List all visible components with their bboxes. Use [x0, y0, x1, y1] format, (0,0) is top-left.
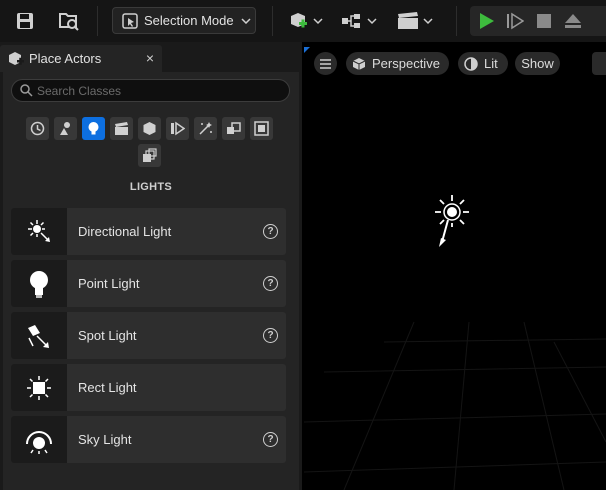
lit-icon — [464, 56, 478, 71]
perspective-button[interactable]: Perspective — [346, 52, 449, 75]
recent-category-icon[interactable] — [26, 117, 49, 140]
lights-category-icon[interactable] — [82, 117, 105, 140]
search-field[interactable] — [11, 79, 290, 102]
point-light-icon — [11, 260, 67, 307]
section-title: LIGHTS — [129, 181, 173, 193]
help-icon[interactable]: ? — [263, 328, 278, 343]
item-label: Sky Light — [78, 432, 132, 447]
list-item-point-light[interactable]: Point Light ? — [11, 260, 286, 307]
stop-icon[interactable] — [533, 6, 555, 36]
add-actor-icon[interactable] — [285, 6, 325, 36]
selection-mode-label: Selection Mode — [144, 13, 234, 28]
level-viewport[interactable] — [304, 42, 606, 490]
show-button[interactable]: Show — [515, 52, 560, 75]
list-item-directional-light[interactable]: Directional Light ? — [11, 208, 286, 255]
place-actors-tab[interactable]: Place Actors × — [0, 45, 162, 72]
spot-light-icon — [11, 312, 67, 359]
geometry-category-icon[interactable] — [166, 117, 189, 140]
list-item-rect-light[interactable]: Rect Light — [11, 364, 286, 411]
item-label: Rect Light — [78, 380, 137, 395]
all-classes-category-icon[interactable] — [250, 117, 273, 140]
show-label: Show — [521, 56, 554, 71]
chevron-down-icon — [241, 17, 251, 24]
rect-light-icon — [11, 364, 67, 411]
viewport-menu-icon[interactable] — [314, 52, 337, 75]
help-icon[interactable]: ? — [263, 276, 278, 291]
cinematics-icon[interactable] — [396, 6, 436, 36]
item-label: Directional Light — [78, 224, 172, 239]
lit-button[interactable]: Lit — [458, 52, 508, 75]
save-icon[interactable] — [12, 6, 38, 36]
viewport-grid — [304, 47, 606, 490]
search-icon — [20, 84, 33, 97]
item-label: Point Light — [78, 276, 140, 291]
cinematic-category-icon[interactable] — [110, 117, 133, 140]
panel-title: Place Actors — [29, 51, 102, 66]
basic-category-icon[interactable] — [54, 117, 77, 140]
search-input[interactable] — [37, 83, 277, 98]
place-actors-icon — [7, 51, 25, 67]
play-icon[interactable] — [476, 6, 498, 36]
main-toolbar: Selection Mode — [0, 0, 606, 42]
select-cursor-icon — [122, 12, 138, 29]
directional-light-icon — [11, 208, 67, 255]
blueprint-icon[interactable] — [340, 6, 380, 36]
directional-light-gizmo-icon[interactable] — [430, 190, 474, 250]
list-item-spot-light[interactable]: Spot Light ? — [11, 312, 286, 359]
eject-icon[interactable] — [562, 6, 584, 36]
shapes-category-icon[interactable] — [138, 144, 161, 167]
visual-effects-category-icon[interactable] — [138, 117, 161, 140]
help-icon[interactable]: ? — [263, 432, 278, 447]
item-label: Spot Light — [78, 328, 137, 343]
list-item-sky-light[interactable]: Sky Light ? — [11, 416, 286, 463]
close-icon[interactable]: × — [146, 50, 154, 66]
play-controls — [470, 6, 606, 36]
volumes-category-icon[interactable] — [222, 117, 245, 140]
selection-mode-dropdown[interactable]: Selection Mode — [112, 7, 256, 34]
perspective-label: Perspective — [372, 56, 440, 71]
effects-category-icon[interactable] — [194, 117, 217, 140]
viewport-options-button[interactable] — [592, 52, 606, 75]
advance-icon[interactable] — [504, 6, 526, 36]
sky-light-icon — [11, 416, 67, 463]
cube-icon — [352, 57, 366, 71]
browse-icon[interactable] — [56, 6, 82, 36]
lit-label: Lit — [484, 56, 498, 71]
help-icon[interactable]: ? — [263, 224, 278, 239]
